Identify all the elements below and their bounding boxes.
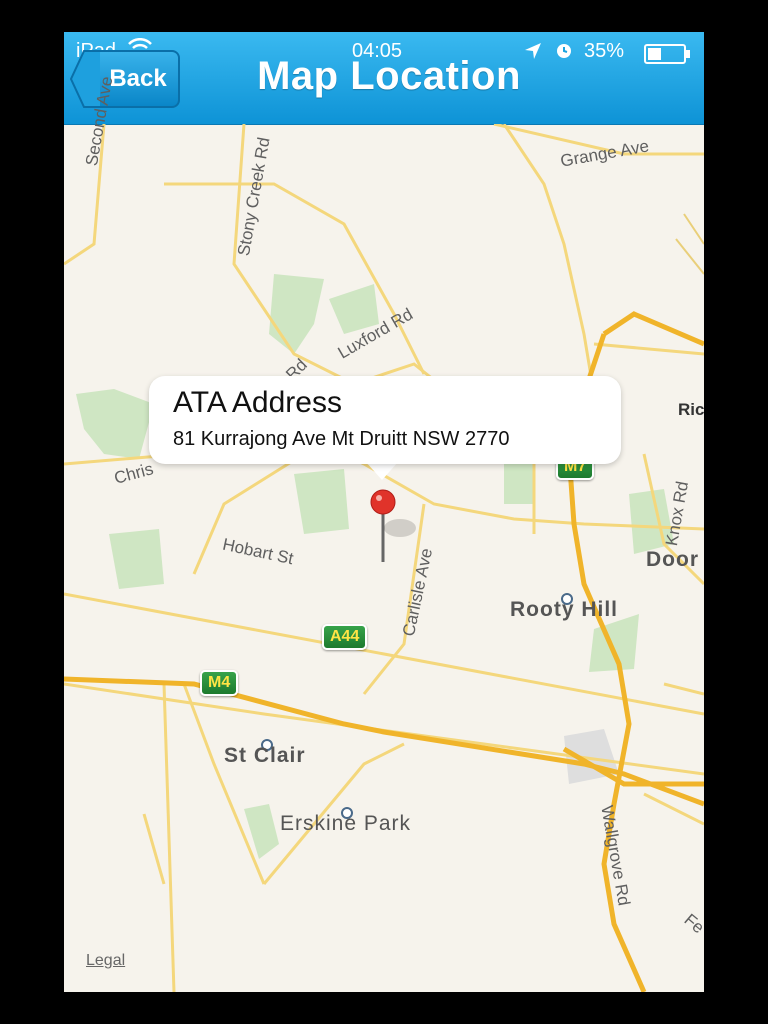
- address-callout[interactable]: ATA Address 81 Kurrajong Ave Mt Druitt N…: [149, 376, 621, 464]
- suburb-label-doon: Door: [646, 548, 699, 571]
- map-view[interactable]: Second Ave Stony Creek Rd Grange Ave Lux…: [64, 75, 704, 992]
- callout-tail: [366, 462, 398, 480]
- route-shield-a44: A44: [322, 624, 368, 650]
- suburb-label-erskine-park: Erskine Park: [280, 812, 412, 835]
- callout-address: 81 Kurrajong Ave Mt Druitt NSW 2770: [173, 428, 510, 450]
- street-label-ric: Ric: [678, 400, 704, 419]
- suburb-label-rooty-hill: Rooty Hill: [510, 598, 618, 621]
- suburb-label-st-clair: St Clair: [224, 744, 306, 767]
- battery-percent: 35%: [584, 40, 625, 62]
- page-title: Map Location: [257, 54, 521, 98]
- navigation-bar: iPad 04:05 35% Back: [64, 32, 704, 125]
- callout-title: ATA Address: [173, 386, 342, 419]
- battery-icon: [644, 44, 692, 70]
- screen: iPad 04:05 35% Back: [64, 32, 704, 992]
- back-button-label: Back: [109, 65, 167, 92]
- legal-link[interactable]: Legal: [86, 952, 125, 970]
- route-shield-m4: M4: [200, 670, 239, 696]
